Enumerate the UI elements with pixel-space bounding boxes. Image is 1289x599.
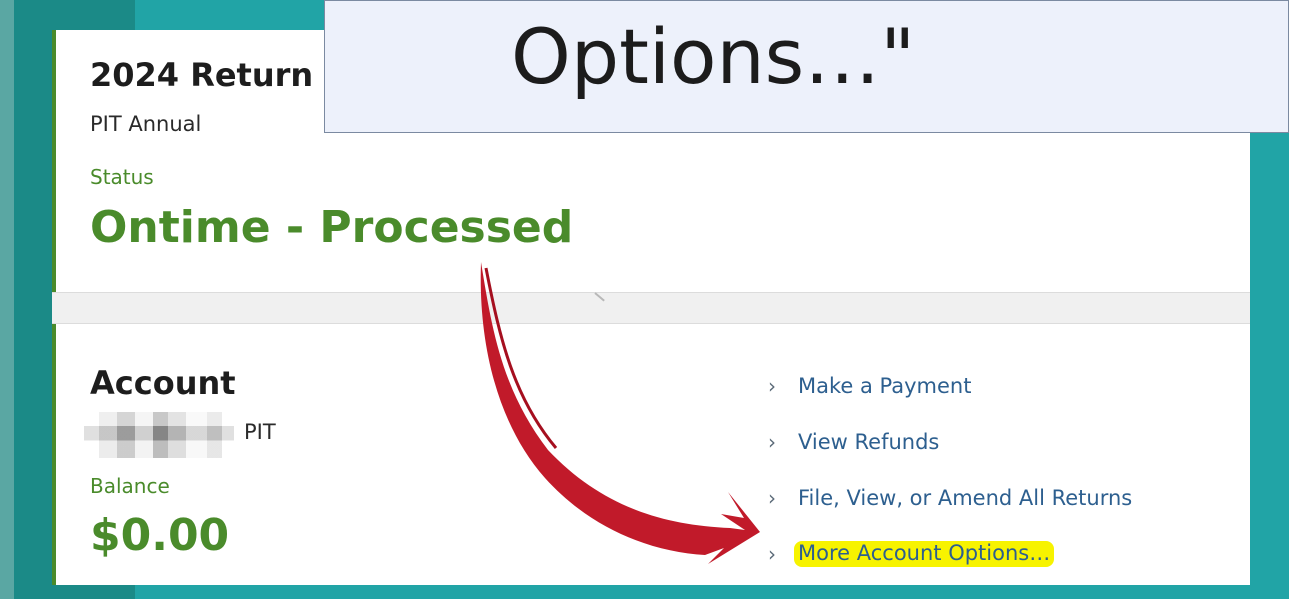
account-card: Account PIT Balance $0.00 › Make a Payme… [52,324,1250,585]
make-payment-link[interactable]: › Make a Payment [768,358,1208,414]
more-account-options-link[interactable]: › More Account Options… [768,526,1208,582]
chevron-right-icon: › [768,486,776,510]
account-links: › Make a Payment › View Refunds › File, … [768,358,1208,582]
chevron-right-icon: › [768,374,776,398]
account-title: Account [90,364,236,402]
overlay-text: Options…" [511,12,916,101]
caption-overlay: Options…" [324,0,1289,133]
view-refunds-link[interactable]: › View Refunds [768,414,1208,470]
link-label[interactable]: Make a Payment [798,374,971,398]
chevron-right-icon: › [768,430,776,454]
balance-label: Balance [90,474,170,498]
link-label[interactable]: View Refunds [798,430,939,454]
file-view-amend-returns-link[interactable]: › File, View, or Amend All Returns [768,470,1208,526]
account-type: PIT [244,420,276,444]
background-left-edge [0,0,14,599]
card-separator [52,292,1250,324]
return-title: 2024 Return [90,56,314,94]
balance-value: $0.00 [90,510,230,561]
return-subtitle: PIT Annual [90,112,202,136]
link-label-highlighted[interactable]: More Account Options… [794,541,1055,567]
redacted-account-id [84,412,234,458]
status-value: Ontime - Processed [90,202,574,253]
link-label[interactable]: File, View, or Amend All Returns [798,486,1132,510]
status-label: Status [90,165,154,189]
